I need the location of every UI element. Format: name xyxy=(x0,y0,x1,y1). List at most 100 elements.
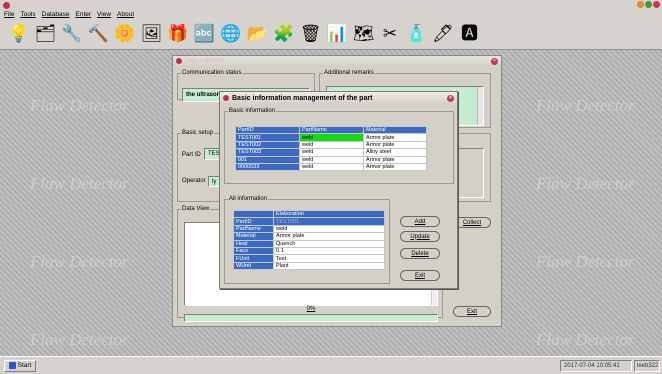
column-header-elaboration: Elaboration xyxy=(273,209,385,219)
collect-button[interactable]: Collect xyxy=(453,217,491,228)
detail-value-input[interactable]: TEST001 xyxy=(273,217,385,226)
detail-row[interactable]: PartName weld xyxy=(233,224,385,234)
toolbar-button-7[interactable]: 🎁 xyxy=(165,21,191,47)
abc-icon: 🔤 xyxy=(193,24,216,43)
table-cell[interactable]: weld xyxy=(299,162,364,172)
table-cell[interactable]: Armor plate xyxy=(363,155,427,164)
detail-row[interactable]: Face 0.1 xyxy=(233,246,385,256)
table-row[interactable]: TEST003 weld Alloy steel xyxy=(235,148,427,157)
toolbar-button-17[interactable]: 🖊 xyxy=(430,21,456,47)
detail-row[interactable]: PartID TEST001 xyxy=(233,217,385,226)
exit-button[interactable]: Exit xyxy=(453,306,491,317)
table-cell[interactable]: TEST003 xyxy=(235,148,300,157)
detail-row[interactable]: Material Armor plate xyxy=(233,232,385,241)
table-cell[interactable]: TEST002 xyxy=(235,140,300,150)
table-cell[interactable]: 001 xyxy=(235,155,300,164)
all-information-group: All information Elaboration PartID TEST0… xyxy=(224,196,390,284)
detail-row[interactable]: FUnit Test xyxy=(233,254,385,263)
toolbar-button-18[interactable]: 🅰 xyxy=(457,21,483,47)
column-header-partname[interactable]: PartName xyxy=(299,125,364,135)
menu-enter[interactable]: Enter xyxy=(76,11,92,18)
parts-table: PartID PartName Material TEST001 weld Ar… xyxy=(235,125,427,172)
delete-button[interactable]: Delete xyxy=(400,248,440,259)
detail-row[interactable]: Heat Quench xyxy=(233,239,385,248)
detail-key: FUnit xyxy=(233,254,274,263)
table-cell[interactable]: 0000033 xyxy=(235,162,300,172)
data-collection-title-bar: Data collection × xyxy=(173,56,501,66)
toolbar-button-1[interactable]: 💡 xyxy=(6,21,32,47)
progress-text: 0% xyxy=(306,306,316,312)
basic-information-group: Basic information PartID PartName Materi… xyxy=(224,108,454,184)
menu-file[interactable]: File xyxy=(4,11,14,18)
toolbar-button-6[interactable]: 🖼 xyxy=(139,21,165,47)
detail-key: Material xyxy=(233,232,274,241)
add-button[interactable]: Add xyxy=(400,216,440,227)
maximize-icon[interactable] xyxy=(645,1,652,8)
menu-database[interactable]: Database xyxy=(42,11,70,18)
clock: 2017-07-04 10:05:41 xyxy=(560,360,632,372)
close-icon[interactable]: × xyxy=(447,94,454,102)
detail-value-input[interactable]: Quench xyxy=(273,239,385,248)
detail-value-input[interactable]: weld xyxy=(273,224,385,234)
table-row[interactable]: 0000033 weld Armor plate xyxy=(235,162,427,172)
toolbar-button-2[interactable]: 🗂 xyxy=(33,21,59,47)
table-cell[interactable]: Armor plate xyxy=(363,133,427,142)
menu-tools[interactable]: Tools xyxy=(20,11,35,18)
exit-button[interactable]: Exit xyxy=(400,270,440,281)
toolbar-button-4[interactable]: 🔨 xyxy=(86,21,112,47)
table-cell-selected[interactable]: weld xyxy=(299,133,364,142)
app-icon xyxy=(3,1,10,9)
toolbar-button-8[interactable]: 🔤 xyxy=(192,21,218,47)
close-icon[interactable] xyxy=(653,1,660,8)
table-cell[interactable]: weld xyxy=(299,155,364,164)
app-title: FLAW DETECTOR TOOL xyxy=(13,2,82,8)
tools-icon: 🔨 xyxy=(87,24,110,43)
detail-value-input[interactable]: Test xyxy=(273,254,385,263)
toolbar-button-11[interactable]: 🧩 xyxy=(271,21,297,47)
table-cell[interactable]: weld xyxy=(299,140,364,150)
remarks-scrollbar[interactable] xyxy=(477,87,483,125)
detail-table: Elaboration PartID TEST001 PartName weld… xyxy=(233,209,385,271)
column-header-partid[interactable]: PartID xyxy=(235,125,300,135)
menu-bar: File Tools Database Enter View About xyxy=(0,10,662,18)
watermark: Flaw Detector xyxy=(536,330,635,349)
toolbar-button-12[interactable]: 🗑 xyxy=(298,21,324,47)
taskbar: Start 2017-07-04 10:05:41 leeb322 xyxy=(0,356,662,374)
detail-value-input[interactable]: Armor plate xyxy=(273,232,385,241)
minimize-icon[interactable] xyxy=(637,1,644,8)
communication-status-label: Communication status xyxy=(182,70,242,76)
update-button[interactable]: Update xyxy=(400,231,440,242)
close-icon[interactable]: × xyxy=(491,57,498,65)
start-button[interactable]: Start xyxy=(4,359,36,372)
picture-icon: 🖼 xyxy=(140,24,163,43)
toolbar-button-5[interactable]: 🌼 xyxy=(112,21,138,47)
user-indicator: leeb322 xyxy=(634,360,660,372)
toolbar-button-15[interactable]: ✂ xyxy=(377,21,403,47)
table-cell[interactable]: weld xyxy=(299,148,364,157)
form-icon: 🗂 xyxy=(34,24,57,43)
detail-value-input[interactable]: Plant xyxy=(273,261,385,271)
a-letter-icon: 🅰 xyxy=(461,24,478,43)
toolbar-button-16[interactable]: 🧴 xyxy=(404,21,430,47)
toolbar-button-13[interactable]: 📊 xyxy=(324,21,350,47)
table-row[interactable]: TEST001 weld Armor plate xyxy=(235,133,427,142)
menu-about[interactable]: About xyxy=(117,11,134,18)
menu-view[interactable]: View xyxy=(97,11,111,18)
detail-value-input[interactable]: 0.1 xyxy=(273,246,385,256)
toolbar-button-3[interactable]: 🔧 xyxy=(59,21,85,47)
table-cell[interactable]: Armor plate xyxy=(363,162,427,172)
toolbar-button-10[interactable]: 📂 xyxy=(245,21,271,47)
table-row[interactable]: TEST002 weld Armor plate xyxy=(235,140,427,150)
table-cell[interactable]: Alloy steel xyxy=(363,148,427,157)
table-cell[interactable]: TEST001 xyxy=(235,133,300,142)
column-header-material[interactable]: Material xyxy=(363,125,427,135)
part-info-title: Basic information management of the part xyxy=(232,94,373,102)
toolbar-button-14[interactable]: 🗺 xyxy=(351,21,377,47)
table-row[interactable]: 001 weld Armor plate xyxy=(235,155,427,164)
table-cell[interactable]: Armor plate xyxy=(363,140,427,150)
detail-row[interactable]: WUnit Plant xyxy=(233,261,385,271)
lightbulb-icon: 💡 xyxy=(8,24,30,43)
windows-icon xyxy=(8,362,16,369)
toolbar-button-9[interactable]: 🌐 xyxy=(218,21,244,47)
part-info-dialog: Basic information management of the part… xyxy=(219,91,458,289)
